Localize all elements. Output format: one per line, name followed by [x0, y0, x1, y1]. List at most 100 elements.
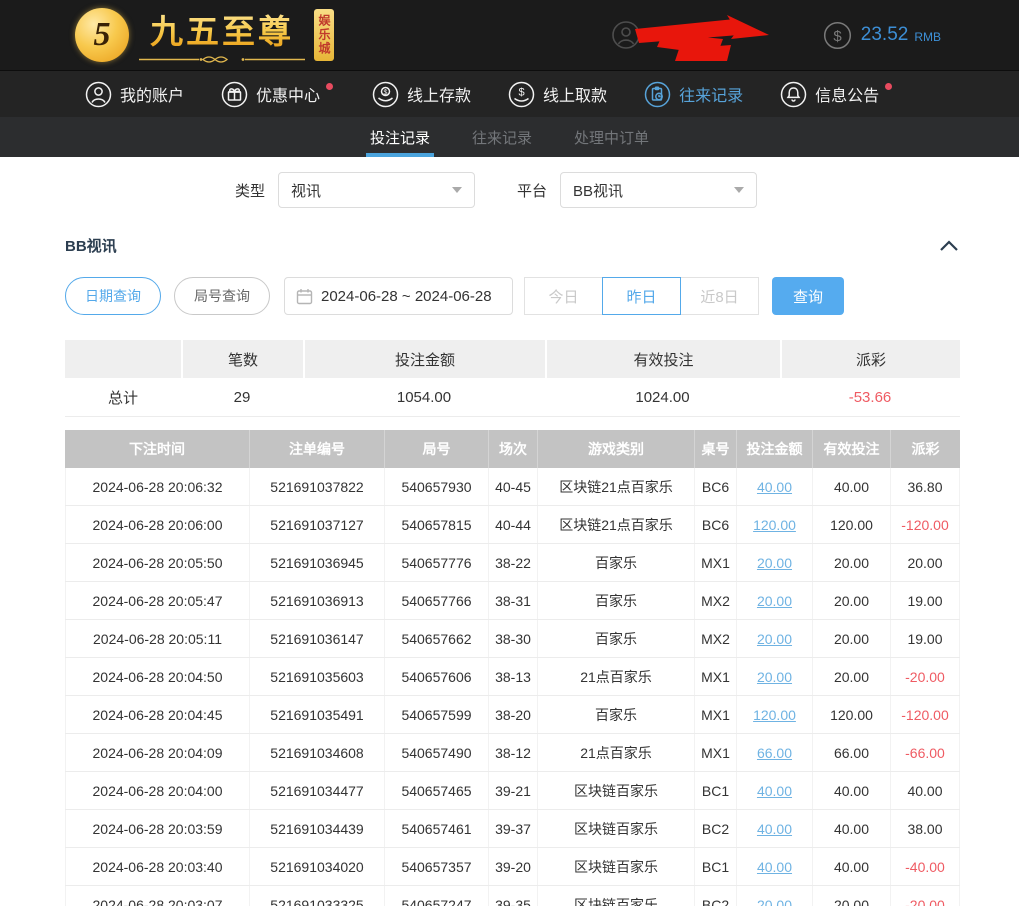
cell-table-no: MX2	[695, 620, 737, 657]
tab-pending-orders[interactable]: 处理中订单	[570, 117, 653, 157]
logo-flourish-icon	[137, 54, 307, 65]
platform-select[interactable]: BB视讯	[560, 172, 757, 208]
cell-round-no: 540657357	[385, 848, 489, 885]
bet-amount-link[interactable]: 120.00	[753, 517, 796, 533]
notification-dot	[885, 83, 892, 90]
cell-order-no: 521691034439	[250, 810, 385, 847]
table-row: 2024-06-28 20:05:47 521691036913 5406577…	[65, 582, 960, 620]
date-query-button[interactable]: 日期查询	[65, 277, 161, 315]
summary-valid-bet: 1024.00	[545, 378, 780, 416]
balance-display[interactable]: $ 23.52 RMB	[823, 21, 941, 50]
cell-order-no: 521691035491	[250, 696, 385, 733]
cell-payout: 36.80	[891, 468, 960, 505]
table-row: 2024-06-28 20:05:11 521691036147 5406576…	[65, 620, 960, 658]
bet-amount-link[interactable]: 40.00	[757, 859, 792, 875]
bet-amount-link[interactable]: 20.00	[757, 631, 792, 647]
bet-amount-link[interactable]: 40.00	[757, 479, 792, 495]
chevron-down-icon	[734, 187, 744, 193]
cell-valid-bet: 40.00	[813, 772, 891, 809]
cell-game: 区块链21点百家乐	[538, 468, 695, 505]
cell-order-no: 521691037127	[250, 506, 385, 543]
bell-icon	[780, 81, 807, 108]
cell-time: 2024-06-28 20:05:11	[65, 620, 250, 657]
cell-time: 2024-06-28 20:04:00	[65, 772, 250, 809]
nav-item-records[interactable]: 往来记录	[644, 81, 743, 108]
cell-valid-bet: 20.00	[813, 886, 891, 906]
summary-header-cell: 有效投注	[545, 340, 780, 378]
cell-order-no: 521691034020	[250, 848, 385, 885]
cell-round-no: 540657662	[385, 620, 489, 657]
cell-payout: 20.00	[891, 544, 960, 581]
quick-btn-last8days[interactable]: 近8日	[680, 277, 759, 315]
cell-round-no: 540657599	[385, 696, 489, 733]
table-row: 2024-06-28 20:06:32 521691037822 5406579…	[65, 468, 960, 506]
cell-table-no: MX1	[695, 544, 737, 581]
cell-session: 38-30	[489, 620, 538, 657]
nav-item-announcements[interactable]: 信息公告	[780, 81, 894, 108]
cell-game: 百家乐	[538, 696, 695, 733]
collapse-section-button[interactable]	[939, 240, 959, 252]
nav-label: 我的账户	[120, 82, 184, 106]
cell-payout: 19.00	[891, 582, 960, 619]
bet-table-body: 2024-06-28 20:06:32 521691037822 5406579…	[65, 468, 960, 906]
cell-table-no: MX1	[695, 696, 737, 733]
cell-session: 40-44	[489, 506, 538, 543]
col-header-valid: 有效投注	[813, 430, 891, 468]
cell-session: 39-35	[489, 886, 538, 906]
bet-amount-link[interactable]: 120.00	[753, 707, 796, 723]
cell-valid-bet: 66.00	[813, 734, 891, 771]
cell-valid-bet: 40.00	[813, 848, 891, 885]
cell-valid-bet: 120.00	[813, 506, 891, 543]
summary-total-label: 总计	[65, 378, 181, 416]
cell-round-no: 540657606	[385, 658, 489, 695]
notification-dot	[326, 83, 333, 90]
cell-payout: -40.00	[891, 848, 960, 885]
cell-order-no: 521691034608	[250, 734, 385, 771]
logo-badge: 娱乐城	[314, 9, 334, 61]
nav-item-promotions[interactable]: 优惠中心	[221, 81, 335, 108]
date-range-picker[interactable]: 2024-06-28 ~ 2024-06-28	[284, 277, 513, 315]
quick-btn-today[interactable]: 今日	[524, 277, 603, 315]
platform-filter-label: 平台	[517, 180, 547, 201]
quick-btn-yesterday[interactable]: 昨日	[602, 277, 681, 315]
col-header-game: 游戏类别	[538, 430, 695, 468]
col-header-bet: 投注金额	[737, 430, 813, 468]
calendar-icon	[296, 288, 313, 305]
cell-table-no: BC2	[695, 886, 737, 906]
cell-game: 区块链百家乐	[538, 848, 695, 885]
logo-title: 九五至尊	[150, 5, 294, 53]
search-button[interactable]: 查询	[772, 277, 844, 315]
logo-symbol: 5	[94, 16, 111, 54]
table-row: 2024-06-28 20:04:45 521691035491 5406575…	[65, 696, 960, 734]
bet-records-table: 下注时间 注单编号 局号 场次 游戏类别 桌号 投注金额 有效投注 派彩 202…	[65, 430, 960, 906]
cell-valid-bet: 20.00	[813, 544, 891, 581]
nav-item-deposit[interactable]: $ 线上存款	[372, 81, 471, 108]
tab-transaction-records[interactable]: 往来记录	[468, 117, 536, 157]
nav-item-withdraw[interactable]: $ 线上取款	[508, 81, 607, 108]
bet-amount-link[interactable]: 40.00	[757, 821, 792, 837]
bet-amount-link[interactable]: 20.00	[757, 593, 792, 609]
cell-payout: -120.00	[891, 506, 960, 543]
bet-amount-link[interactable]: 20.00	[757, 555, 792, 571]
bet-amount-link[interactable]: 20.00	[757, 669, 792, 685]
bet-amount-link[interactable]: 66.00	[757, 745, 792, 761]
bet-amount-link[interactable]: 20.00	[757, 897, 792, 906]
cell-valid-bet: 40.00	[813, 810, 891, 847]
type-select[interactable]: 视讯	[278, 172, 475, 208]
svg-text:$: $	[518, 86, 524, 98]
username-redacted-area	[611, 7, 781, 63]
nav-item-my-account[interactable]: 我的账户	[85, 81, 184, 108]
cell-session: 38-22	[489, 544, 538, 581]
tab-bet-records[interactable]: 投注记录	[366, 117, 434, 157]
bet-amount-link[interactable]: 40.00	[757, 783, 792, 799]
svg-text:$: $	[833, 28, 842, 45]
cell-time: 2024-06-28 20:05:50	[65, 544, 250, 581]
cell-table-no: MX2	[695, 582, 737, 619]
cell-valid-bet: 20.00	[813, 620, 891, 657]
cell-time: 2024-06-28 20:06:32	[65, 468, 250, 505]
col-header-time: 下注时间	[65, 430, 250, 468]
summary-header-cell	[65, 340, 181, 378]
site-logo[interactable]: 5 九五至尊 娱乐城	[75, 5, 334, 65]
round-query-button[interactable]: 局号查询	[174, 277, 270, 315]
cell-game: 区块链21点百家乐	[538, 506, 695, 543]
